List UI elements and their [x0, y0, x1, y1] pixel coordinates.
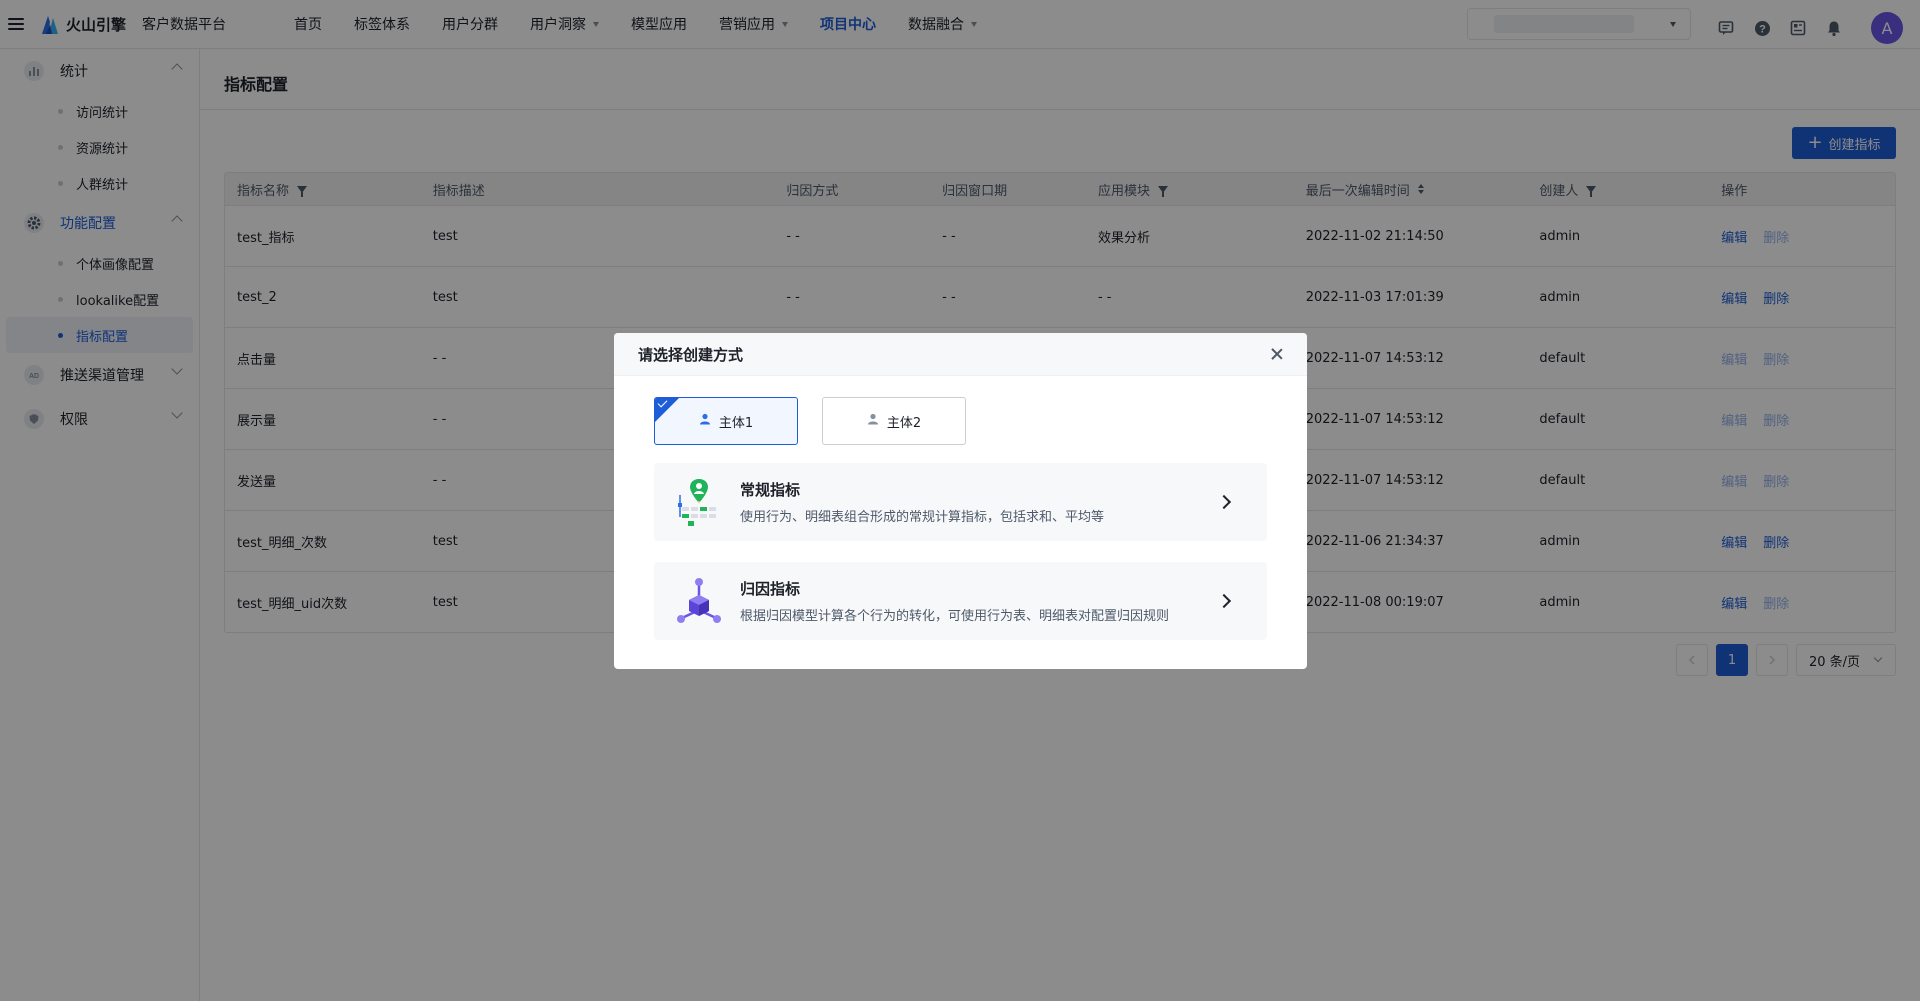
- dialog-title: 请选择创建方式: [638, 345, 744, 364]
- option-description: 使用行为、明细表组合形成的常规计算指标，包括求和、平均等: [740, 510, 1105, 525]
- regular-metric-option[interactable]: 常规指标 使用行为、明细表组合形成的常规计算指标，包括求和、平均等: [654, 463, 1267, 541]
- subject-option[interactable]: 主体2: [822, 397, 966, 445]
- close-icon[interactable]: [1269, 346, 1285, 362]
- chevron-right-icon: [1216, 593, 1232, 609]
- chevron-right-icon: [1216, 494, 1232, 510]
- subject-selector: 主体1 主体2: [654, 397, 990, 445]
- attribution-metric-text: 归因指标 根据归因模型计算各个行为的转化，可使用行为表、明细表对配置归因规则: [740, 578, 1169, 624]
- option-description: 根据归因模型计算各个行为的转化，可使用行为表、明细表对配置归因规则: [740, 609, 1170, 624]
- subject-option[interactable]: 主体1: [654, 397, 798, 445]
- option-title: 常规指标: [740, 481, 801, 499]
- subject-label: 主体1: [718, 415, 754, 431]
- option-title: 归因指标: [740, 580, 801, 598]
- subject-label: 主体2: [886, 415, 922, 431]
- person-icon: [867, 413, 879, 429]
- regular-metric-text: 常规指标 使用行为、明细表组合形成的常规计算指标，包括求和、平均等: [740, 479, 1104, 525]
- attribution-metric-icon: [677, 578, 721, 623]
- create-method-dialog: 请选择创建方式 主体1 主体2 常规指标 使用行为、明细表组合形成的常规计算指标，…: [614, 333, 1307, 669]
- regular-metric-icon: [678, 479, 716, 526]
- attribution-metric-option[interactable]: 归因指标 根据归因模型计算各个行为的转化，可使用行为表、明细表对配置归因规则: [654, 562, 1267, 640]
- dialog-header: 请选择创建方式: [614, 333, 1307, 376]
- person-icon: [699, 413, 711, 429]
